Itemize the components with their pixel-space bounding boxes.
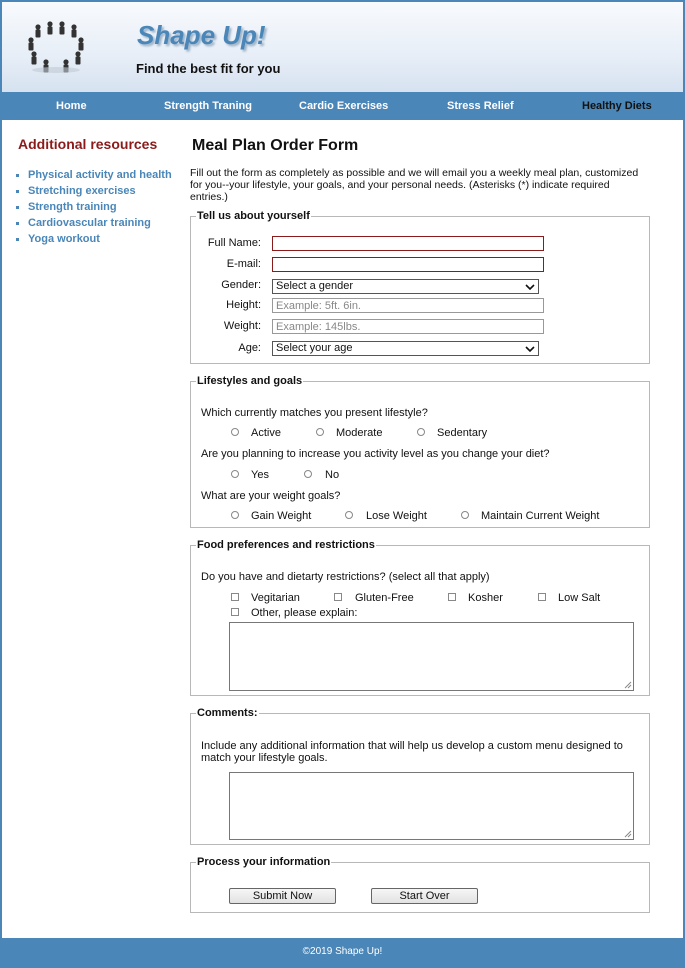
full-name-label: Full Name: [207,237,261,249]
resize-grip-icon[interactable] [624,681,632,689]
height-input[interactable] [272,298,544,313]
checkbox-kosher-label: Kosher [468,592,503,604]
sidebar-item: Cardiovascular training [16,215,172,231]
age-select-value: Select your age [276,342,353,354]
full-name-input[interactable] [272,236,544,251]
nav-stress-relief[interactable]: Stress Relief [447,100,514,112]
height-label: Height: [226,299,261,311]
radio-no[interactable] [304,470,312,478]
sidebar-link-strength[interactable]: Strength training [28,201,117,213]
process-fieldset: Process your information Submit Now Star… [190,856,650,913]
checkbox-vegitarian-label: Vegitarian [251,592,300,604]
comments-instructions: Include any additional information that … [201,740,623,764]
sidebar-item: Strength training [16,199,172,215]
nav-home[interactable]: Home [56,100,87,112]
chevron-down-icon [525,284,535,291]
about-legend: Tell us about yourself [197,210,310,222]
radio-active[interactable] [231,428,239,436]
site-tagline: Find the best fit for you [136,61,281,76]
radio-no-label: No [325,469,340,481]
checkbox-other-label: Other, please explain: [251,607,358,619]
sidebar-link-cardio[interactable]: Cardiovascular training [28,217,151,229]
radio-maintain-weight[interactable] [461,511,469,519]
site-title: Shape Up! [137,20,266,50]
form-intro: Fill out the form as completely as possi… [190,167,639,203]
nav-healthy-diets[interactable]: Healthy Diets [582,100,652,112]
food-legend: Food preferences and restrictions [197,539,375,551]
radio-lose-weight-label: Lose Weight [366,510,427,522]
gender-label: Gender: [221,279,261,291]
sidebar-links: Physical activity and health Stretching … [16,167,172,247]
radio-gain-weight[interactable] [231,511,239,519]
gender-select-value: Select a gender [276,280,354,292]
page-frame: Shape Up! Find the best fit for you Home… [0,0,685,968]
process-legend: Process your information [197,856,331,868]
people-circle-logo-icon [28,21,84,73]
sidebar-link-stretching[interactable]: Stretching exercises [28,185,136,197]
gender-select[interactable]: Select a gender [272,279,539,294]
age-label: Age: [238,342,261,354]
radio-gain-weight-label: Gain Weight [251,510,312,522]
page-title: Meal Plan Order Form [192,137,359,154]
dietary-question: Do you have and dietarty restrictions? (… [201,571,490,583]
email-label: E-mail: [226,258,261,270]
age-select[interactable]: Select your age [272,341,539,356]
checkbox-vegitarian[interactable] [231,593,239,601]
sidebar-item: Physical activity and health [16,167,172,183]
sidebar-heading: Additional resources [18,136,158,152]
radio-sedentary-label: Sedentary [437,427,488,439]
other-explain-textarea[interactable] [229,622,634,691]
food-fieldset: Food preferences and restrictions Do you… [190,539,650,696]
resize-grip-icon[interactable] [624,830,632,838]
lifestyle-fieldset: Lifestyles and goals Which currently mat… [190,375,650,528]
sidebar-link-yoga[interactable]: Yoga workout [28,233,100,245]
checkbox-low-salt-label: Low Salt [558,592,601,604]
radio-maintain-weight-label: Maintain Current Weight [481,510,600,522]
sidebar-link-physical-activity[interactable]: Physical activity and health [28,169,172,181]
radio-lose-weight[interactable] [345,511,353,519]
lifestyle-legend: Lifestyles and goals [197,375,303,387]
comments-legend: Comments: [197,707,258,719]
checkbox-gluten-free-label: Gluten-Free [355,592,414,604]
checkbox-kosher[interactable] [448,593,456,601]
submit-button[interactable]: Submit Now [229,888,336,904]
checkbox-other[interactable] [231,608,239,616]
radio-moderate-label: Moderate [336,427,383,439]
about-fieldset: Tell us about yourself Full Name: E-mail… [190,210,650,364]
sidebar-item: Yoga workout [16,231,172,247]
radio-active-label: Active [251,427,281,439]
radio-moderate[interactable] [316,428,324,436]
comments-textarea[interactable] [229,772,634,840]
weight-label: Weight: [223,320,261,332]
radio-yes-label: Yes [251,469,269,481]
start-over-button[interactable]: Start Over [371,888,478,904]
comments-fieldset: Comments: Include any additional informa… [190,707,650,845]
activity-question: Are you planning to increase you activit… [201,448,550,460]
radio-yes[interactable] [231,470,239,478]
checkbox-gluten-free[interactable] [334,593,342,601]
sidebar-item: Stretching exercises [16,183,172,199]
checkbox-low-salt[interactable] [538,593,546,601]
lifestyle-question: Which currently matches you present life… [201,407,428,419]
site-footer: ©2019 Shape Up! [2,938,683,966]
main-nav: Home Strength Traning Cardio Exercises S… [2,92,683,120]
radio-sedentary[interactable] [417,428,425,436]
chevron-down-icon [525,346,535,353]
site-header: Shape Up! Find the best fit for you [2,2,683,92]
email-input[interactable] [272,257,544,272]
weight-input[interactable] [272,319,544,334]
nav-cardio-exercises[interactable]: Cardio Exercises [299,100,388,112]
nav-strength-training[interactable]: Strength Traning [164,100,252,112]
weight-goals-question: What are your weight goals? [201,490,341,502]
